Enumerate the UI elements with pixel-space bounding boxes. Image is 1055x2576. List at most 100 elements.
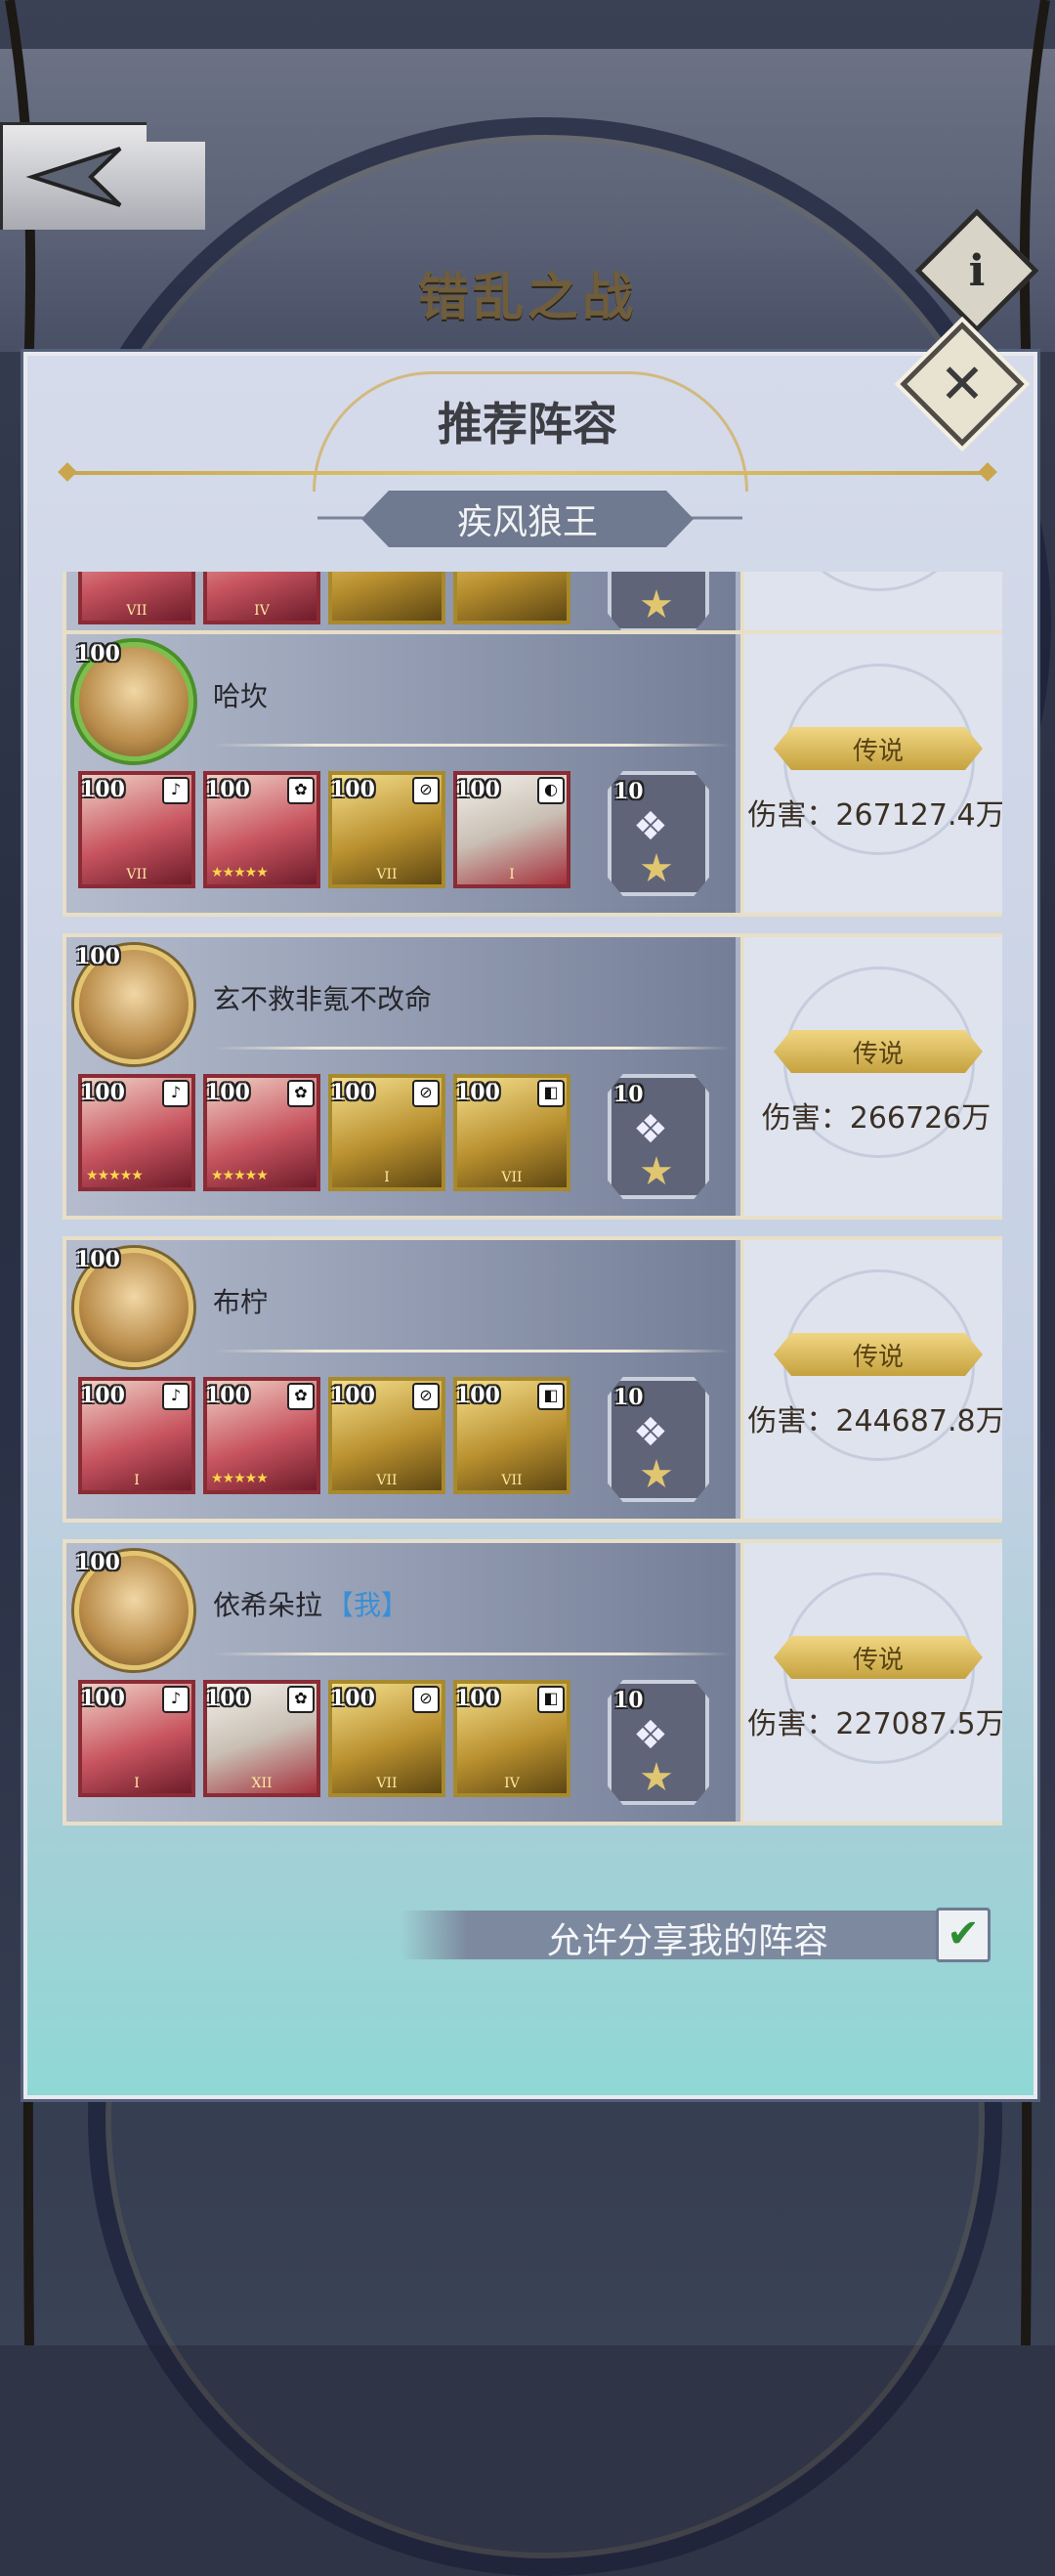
hero-portrait[interactable]: 100 ◐ I — [453, 771, 570, 888]
hero-level: 100 — [330, 1686, 375, 1711]
pet-slot[interactable]: 10 ❖ — [608, 1377, 709, 1502]
hero-rank: I — [134, 1776, 140, 1791]
hero-level: 100 — [205, 1686, 250, 1711]
damage-value: 伤害：267127.4万 — [747, 798, 1002, 833]
lineup-card[interactable]: 100 哈坎 100 ♪ VII 100 ✿ ★★★★★ 100 ⊘ VII 1… — [63, 630, 1002, 917]
pet-emblem-icon: ❖ — [633, 804, 668, 849]
pet-slot[interactable]: 10 ❖ — [608, 771, 709, 896]
hero-rank: VII — [501, 1170, 523, 1185]
name-divider — [213, 1047, 731, 1050]
hero-portrait[interactable] — [328, 572, 445, 624]
hero-level: 100 — [455, 1383, 500, 1408]
hero-class-icon: ◧ — [537, 1686, 565, 1713]
hero-portrait[interactable]: 100 ✿ ★★★★★ — [203, 1377, 320, 1494]
hero-rank: VII — [376, 1776, 398, 1791]
hero-stars: ★★★★★ — [86, 1168, 144, 1183]
hero-portrait[interactable]: 100 ⊘ VII — [328, 771, 445, 888]
hero-class-icon: ✿ — [287, 777, 315, 804]
hero-portrait[interactable]: 100 ◧ VII — [453, 1074, 570, 1191]
hero-level: 100 — [205, 777, 250, 802]
checkmark-icon: ✔ — [947, 1911, 980, 1956]
player-avatar[interactable]: 100 — [74, 944, 193, 1064]
pet-slot[interactable]: 10 ❖ — [608, 1074, 709, 1199]
lineup-card[interactable]: 100 玄不救非氪不改命 100 ♪ ★★★★★ 100 ✿ ★★★★★ 100… — [63, 933, 1002, 1220]
hero-class-icon: ♪ — [162, 1080, 190, 1107]
hero-portrait[interactable]: 100 ♪ ★★★★★ — [78, 1074, 195, 1191]
hero-rank: I — [134, 1473, 140, 1488]
hero-stars: ★★★★★ — [211, 1168, 269, 1183]
hero-portrait[interactable]: 100 ⊘ VII — [328, 1377, 445, 1494]
hero-rank: XII — [251, 1776, 273, 1791]
hero-portrait[interactable] — [453, 572, 570, 624]
player-avatar[interactable]: 100 — [74, 1550, 193, 1670]
dialog-title: 推荐阵容 — [438, 398, 617, 451]
lineup-card-score-area: 传说 伤害：267127.4万 — [740, 634, 1002, 913]
hero-level: 100 — [205, 1080, 250, 1105]
player-name: 布柠 — [213, 1281, 268, 1320]
lineup-card[interactable]: 100 依希朵拉 【我】 100 ♪ I 100 ✿ XII 100 ⊘ VII… — [63, 1539, 1002, 1825]
pet-level: 10 — [613, 1082, 644, 1107]
share-lineup-checkbox[interactable]: ✔ — [936, 1908, 991, 1962]
hero-class-icon: ⊘ — [412, 1383, 440, 1410]
hero-class-icon: ◐ — [537, 777, 565, 804]
hero-class-icon: ♪ — [162, 1383, 190, 1410]
hero-level: 100 — [80, 1686, 125, 1711]
hero-portrait[interactable]: 100 ⊘ VII — [328, 1680, 445, 1797]
player-avatar[interactable]: 100 — [74, 641, 193, 761]
hero-stars: ★★★★★ — [211, 1471, 269, 1486]
hero-portrait[interactable]: 100 ◧ IV — [453, 1680, 570, 1797]
hero-portrait[interactable]: 100 ✿ ★★★★★ — [203, 1074, 320, 1191]
hero-rank: VII — [376, 867, 398, 882]
hero-portrait[interactable]: 100 ♪ I — [78, 1680, 195, 1797]
damage-value: 伤害：244687.8万 — [747, 1404, 1002, 1438]
player-name: 哈坎 — [213, 675, 268, 714]
lineup-card-score-area: 传说 伤害：244687.8万 — [740, 1240, 1002, 1519]
hero-level: 100 — [80, 1080, 125, 1105]
hero-class-icon: ♪ — [162, 1686, 190, 1713]
hero-portrait[interactable]: 100 ◧ VII — [453, 1377, 570, 1494]
info-icon: i — [968, 245, 986, 296]
hero-portrait[interactable]: 100 ✿ ★★★★★ — [203, 771, 320, 888]
boss-name-tag: 疾风狼王 — [361, 491, 694, 547]
hero-portrait[interactable]: 100 ♪ VII — [78, 771, 195, 888]
hero-level: 100 — [330, 777, 375, 802]
hero-level: 100 — [80, 1383, 125, 1408]
hero-level: 100 — [455, 777, 500, 802]
hero-rank: VII — [126, 603, 148, 619]
player-name-text: 布柠 — [213, 1286, 269, 1318]
player-name-text: 哈坎 — [213, 680, 269, 712]
hero-rank: VII — [501, 1473, 523, 1488]
hero-class-icon: ◧ — [537, 1383, 565, 1410]
player-level: 100 — [75, 1550, 120, 1575]
rating-badge: 传说 — [774, 727, 983, 770]
title-divider — [68, 471, 987, 475]
pet-slot[interactable]: 10 ❖ — [608, 1680, 709, 1805]
hero-portrait[interactable]: VII — [78, 572, 195, 624]
pet-emblem-icon: ❖ — [633, 1713, 668, 1758]
hero-class-icon: ◧ — [537, 1080, 565, 1107]
hero-portrait[interactable]: 100 ♪ I — [78, 1377, 195, 1494]
damage-value: 伤害：227087.5万 — [747, 1707, 1002, 1741]
star-icon — [641, 1156, 672, 1185]
damage-value: 伤害：266726万 — [761, 1101, 992, 1136]
hero-rank: I — [384, 1170, 390, 1185]
me-tag: 【我】 — [326, 1589, 409, 1621]
hero-class-icon: ⊘ — [412, 1686, 440, 1713]
lineup-card[interactable]: 100 布柠 100 ♪ I 100 ✿ ★★★★★ 100 ⊘ VII 100… — [63, 1236, 1002, 1523]
player-name: 依希朵拉 【我】 — [213, 1584, 408, 1623]
lineup-list[interactable]: VII IV 100 哈坎 100 ♪ VII 100 ✿ ★★★★★ 100 … — [59, 572, 1002, 1827]
hero-portrait[interactable]: 100 ✿ XII — [203, 1680, 320, 1797]
pet-emblem-icon: ❖ — [633, 1410, 668, 1455]
player-level: 100 — [75, 1247, 120, 1272]
hero-rank: VII — [126, 867, 148, 882]
lineup-card-score-area: 传说 伤害：227087.5万 — [740, 1543, 1002, 1822]
share-lineup-label: 允许分享我的阵容 — [547, 1921, 829, 1961]
player-name-text: 依希朵拉 — [213, 1589, 323, 1621]
pet-slot[interactable] — [608, 572, 709, 632]
hero-portrait[interactable]: IV — [203, 572, 320, 624]
hero-portrait[interactable]: 100 ⊘ I — [328, 1074, 445, 1191]
hero-level: 100 — [80, 777, 125, 802]
star-icon — [641, 853, 672, 882]
player-name-text: 玄不救非氪不改命 — [213, 983, 433, 1015]
player-avatar[interactable]: 100 — [74, 1247, 193, 1367]
